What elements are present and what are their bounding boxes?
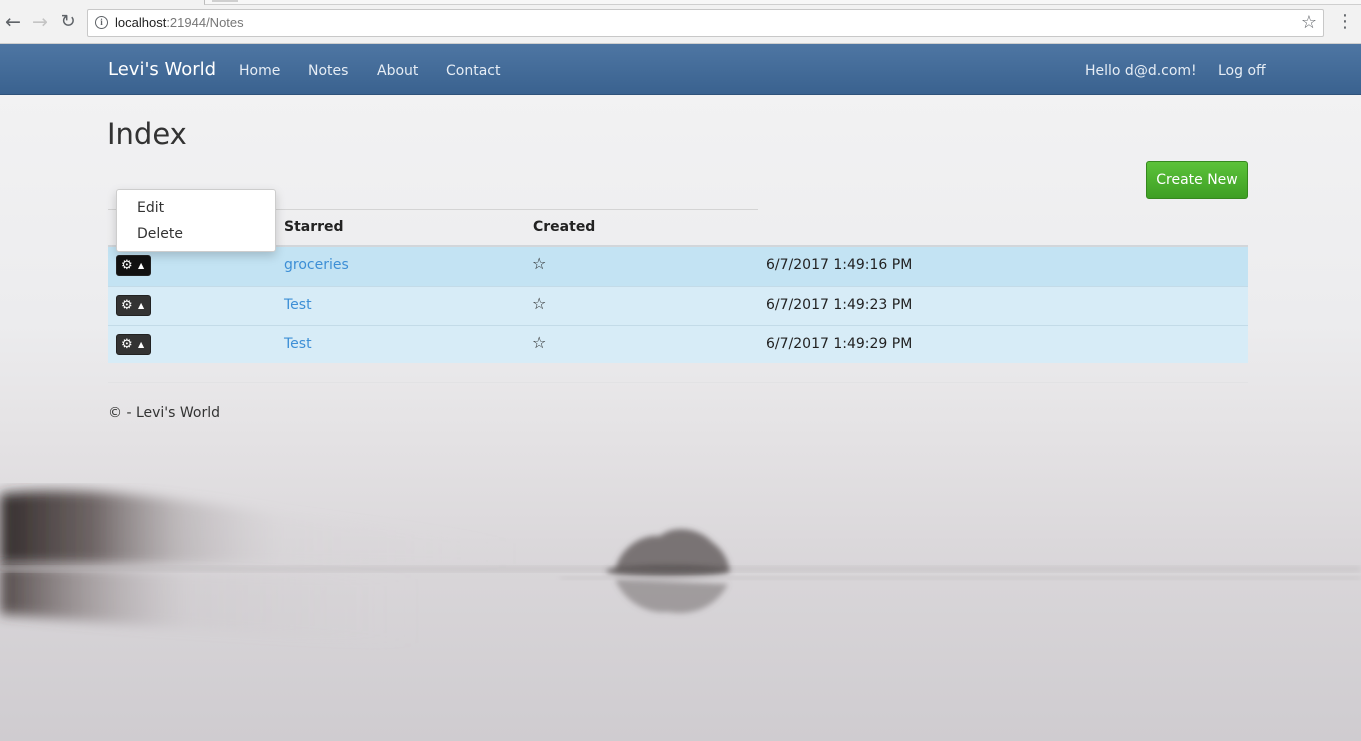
note-title-link[interactable]: Test <box>284 297 312 313</box>
note-title-link[interactable]: Test <box>284 336 312 352</box>
user-greeting-link[interactable]: Hello d@d.com! <box>1085 63 1197 79</box>
table-row: ⚙ ▲ Test ☆ 6/7/2017 1:49:23 PM <box>108 286 1248 325</box>
nav-link-home[interactable]: Home <box>239 63 280 79</box>
column-header-created: Created <box>533 219 596 235</box>
caret-up-icon: ▲ <box>138 301 145 310</box>
info-icon[interactable]: i <box>95 16 108 29</box>
fog-lake-background-image <box>0 490 1361 644</box>
forward-arrow-icon[interactable]: → <box>30 12 50 32</box>
row-actions-button[interactable]: ⚙ ▲ <box>116 334 151 355</box>
note-title-link[interactable]: groceries <box>284 257 349 273</box>
brand-link[interactable]: Levi's World <box>108 59 216 80</box>
table-row: ⚙ ▲ Test ☆ 6/7/2017 1:49:29 PM <box>108 325 1248 363</box>
star-outline-icon[interactable]: ☆ <box>532 294 546 314</box>
column-header-starred: Starred <box>284 219 344 235</box>
url-text[interactable]: localhost:21944/Notes <box>115 15 244 30</box>
footer-divider <box>108 382 1248 383</box>
footer-copyright: © - Levi's World <box>108 405 221 421</box>
create-new-button[interactable]: Create New <box>1146 161 1248 199</box>
tab-strip <box>204 0 1361 5</box>
gear-icon: ⚙ <box>121 258 133 273</box>
dropdown-item-edit[interactable]: Edit <box>137 200 164 216</box>
more-vert-icon[interactable]: ⋮ <box>1336 12 1354 32</box>
row-actions-dropdown: Edit Delete <box>116 189 276 252</box>
nav-link-contact[interactable]: Contact <box>446 63 500 79</box>
dropdown-item-delete[interactable]: Delete <box>137 226 183 242</box>
star-outline-icon[interactable]: ☆ <box>532 254 546 274</box>
row-actions-button[interactable]: ⚙ ▲ <box>116 295 151 316</box>
bookmark-star-icon[interactable]: ☆ <box>1301 12 1317 34</box>
address-bar[interactable]: i localhost:21944/Notes ☆ <box>87 9 1324 37</box>
caret-up-icon: ▲ <box>138 340 145 349</box>
table-row: ⚙ ▲ groceries ☆ 6/7/2017 1:49:16 PM <box>108 247 1248 286</box>
created-date: 6/7/2017 1:49:23 PM <box>766 297 913 313</box>
url-host: localhost <box>115 15 167 30</box>
star-outline-icon[interactable]: ☆ <box>532 333 546 353</box>
back-arrow-icon[interactable]: ← <box>3 12 23 32</box>
gear-icon: ⚙ <box>121 298 133 313</box>
caret-up-icon: ▲ <box>138 261 145 270</box>
tab-indicator <box>212 0 238 2</box>
created-date: 6/7/2017 1:49:29 PM <box>766 336 913 352</box>
url-path: :21944/Notes <box>166 15 244 30</box>
browser-toolbar: ← → ↻ i localhost:21944/Notes ☆ ⋮ <box>0 0 1361 44</box>
nav-link-about[interactable]: About <box>377 63 418 79</box>
page-title: Index <box>107 117 187 151</box>
reload-icon[interactable]: ↻ <box>58 12 78 32</box>
created-date: 6/7/2017 1:49:16 PM <box>766 257 913 273</box>
gear-icon: ⚙ <box>121 337 133 352</box>
top-navbar: Levi's World Home Notes About Contact He… <box>0 44 1361 95</box>
nav-link-notes[interactable]: Notes <box>308 63 348 79</box>
log-off-link[interactable]: Log off <box>1218 63 1266 79</box>
row-actions-button[interactable]: ⚙ ▲ <box>116 255 151 276</box>
